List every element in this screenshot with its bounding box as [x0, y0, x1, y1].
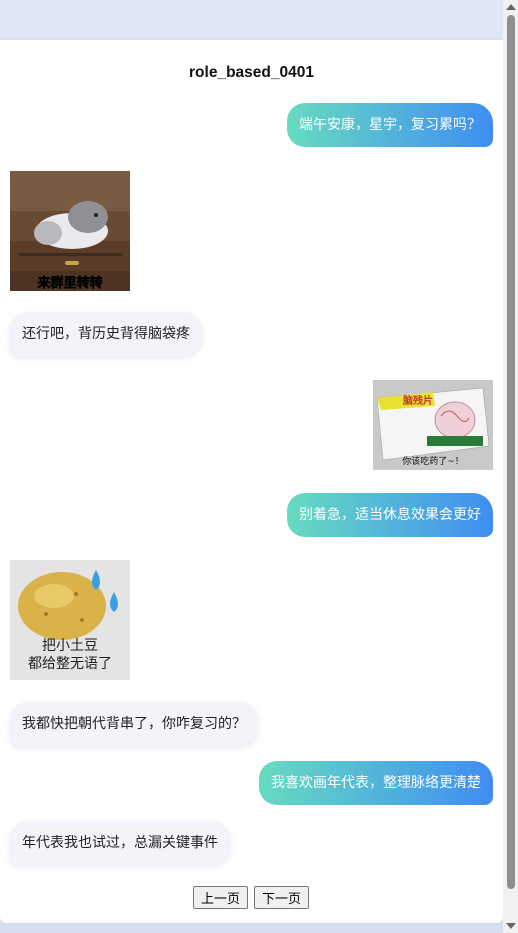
prev-page-button[interactable]: 上一页 — [193, 886, 249, 909]
message-bubble-incoming: 还行吧，背历史背得脑袋疼 — [10, 312, 202, 356]
potato-sticker-caption-line1: 把小土豆 — [42, 638, 98, 654]
medicine-box-title: 脑残片 — [403, 394, 433, 407]
chat-page: role_based_0401 端午安康，星宇，复习累吗？ 来群里转转 还行吧，… — [0, 40, 503, 923]
cat-sticker: 来群里转转 — [10, 171, 130, 291]
scroll-thumb[interactable] — [507, 15, 515, 889]
message-bubble-outgoing: 我喜欢画年代表，整理脉络更清楚 — [259, 761, 493, 805]
message-bubble-incoming: 年代表我也试过，总漏关键事件 — [10, 821, 230, 865]
scroll-up-icon[interactable] — [506, 4, 516, 10]
message-bubble-outgoing: 别着急，适当休息效果会更好 — [287, 493, 493, 537]
potato-sticker-caption-line2: 都给整无语了 — [28, 656, 112, 672]
scrollbar[interactable] — [503, 0, 518, 933]
cat-sticker-caption: 来群里转转 — [36, 275, 102, 291]
potato-sticker: 把小土豆 都给整无语了 — [10, 560, 130, 680]
message-bubble-outgoing: 端午安康，星宇，复习累吗？ — [287, 103, 493, 147]
medicine-box-sticker: 脑残片 你该吃药了~！ — [373, 380, 493, 470]
medicine-box-caption: 你该吃药了~！ — [402, 455, 464, 467]
browser-top-band — [0, 0, 518, 40]
scroll-down-icon[interactable] — [506, 923, 516, 929]
message-bubble-incoming: 我都快把朝代背串了，你咋复习的？ — [10, 702, 258, 746]
chat-title: role_based_0401 — [189, 64, 314, 81]
next-page-button[interactable]: 下一页 — [254, 886, 310, 909]
